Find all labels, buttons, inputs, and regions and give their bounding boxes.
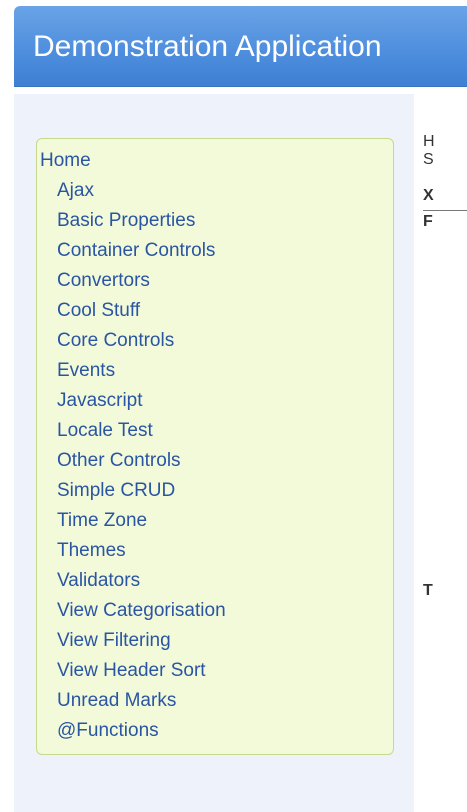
- nav-link-themes[interactable]: Themes: [57, 541, 126, 561]
- nav-link-javascript[interactable]: Javascript: [57, 391, 143, 411]
- content-fragment-3: X: [423, 187, 434, 204]
- top-bar: Demonstration Application: [0, 0, 467, 94]
- nav-link-ajax[interactable]: Ajax: [57, 181, 94, 201]
- nav-link-functions[interactable]: @Functions: [57, 721, 159, 741]
- nav-link-view-header-sort[interactable]: View Header Sort: [57, 661, 206, 681]
- main-content: H S X F T: [414, 94, 467, 812]
- nav-link-container-controls[interactable]: Container Controls: [57, 241, 215, 261]
- nav-link-time-zone[interactable]: Time Zone: [57, 511, 147, 531]
- nav-link-validators[interactable]: Validators: [57, 571, 140, 591]
- nav-link-convertors[interactable]: Convertors: [57, 271, 150, 291]
- content-fragment-4: F: [423, 213, 433, 230]
- nav-link-basic-properties[interactable]: Basic Properties: [57, 211, 195, 231]
- header-banner: Demonstration Application: [14, 6, 467, 87]
- content-fragment-5: T: [423, 582, 433, 599]
- nav-link-locale-test[interactable]: Locale Test: [57, 421, 153, 441]
- content-fragment-2: S: [423, 151, 434, 168]
- nav-link-view-filtering[interactable]: View Filtering: [57, 631, 171, 651]
- nav-link-view-categorisation[interactable]: View Categorisation: [57, 601, 226, 621]
- nav-link-home[interactable]: Home: [40, 151, 91, 171]
- nav-link-unread-marks[interactable]: Unread Marks: [57, 691, 176, 711]
- nav-link-simple-crud[interactable]: Simple CRUD: [57, 481, 175, 501]
- app-title: Demonstration Application: [33, 30, 382, 63]
- nav-link-cool-stuff[interactable]: Cool Stuff: [57, 301, 140, 321]
- content-fragment-1: H: [423, 133, 435, 150]
- nav-link-core-controls[interactable]: Core Controls: [57, 331, 174, 351]
- content-divider: [423, 210, 467, 211]
- nav-link-other-controls[interactable]: Other Controls: [57, 451, 181, 471]
- nav-link-events[interactable]: Events: [57, 361, 115, 381]
